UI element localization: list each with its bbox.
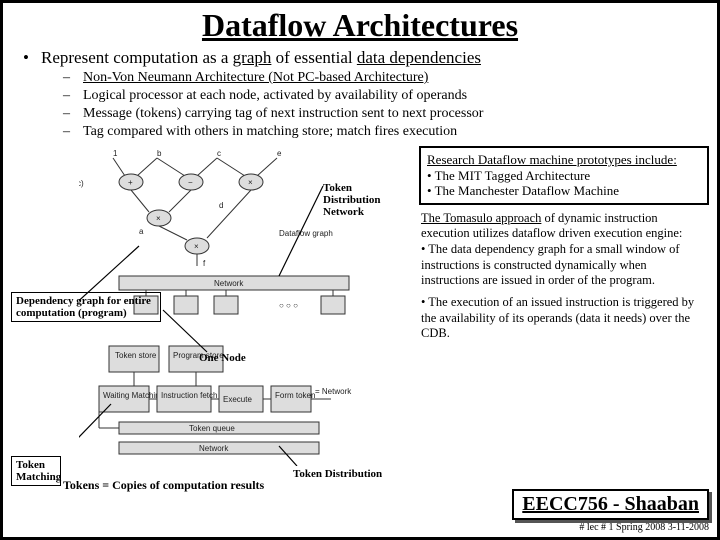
svg-text:a = (b +1) × (b − c): a = (b +1) × (b − c) [79,179,84,188]
svg-text:c: c [217,149,221,158]
svg-text:Token store: Token store [115,351,157,360]
svg-text:Network: Network [214,279,244,288]
course-label: EECC756 - Shaaban [512,489,709,520]
svg-text:+: + [128,178,133,187]
svg-text:−: − [188,178,193,187]
svg-text:a: a [139,227,144,236]
svg-text:e: e [277,149,282,158]
svg-text:○ ○ ○: ○ ○ ○ [279,301,298,310]
footer: EECC756 - Shaaban # lec # 1 Spring 2008 … [512,489,709,533]
svg-text:Token queue: Token queue [189,424,235,433]
svg-text:×: × [156,214,161,223]
callout-token-matching: Token Matching [11,456,61,486]
svg-text:Dataflow graph: Dataflow graph [279,229,333,238]
svg-text:Execute: Execute [223,395,252,404]
tomasulo-text-2: • The execution of an issued instruction… [419,295,709,342]
footer-meta: # lec # 1 Spring 2008 3-11-2008 [512,522,709,533]
callout-dependency-graph: Dependency graph for entire computation … [11,292,161,322]
sub-bullet-2: Logical processor at each node, activate… [83,88,467,104]
research-box: Research Dataflow machine prototypes inc… [419,146,709,205]
svg-text:Form token: Form token [275,391,315,400]
callout-token-dist-network: Token Distribution Network [323,182,393,218]
svg-text:d: d [219,201,223,210]
svg-text:b: b [157,149,162,158]
bullet-dot: • [23,48,33,68]
bullet-area: • Represent computation as a graph of es… [3,44,717,140]
svg-text:Instruction fetch: Instruction fetch [161,391,217,400]
svg-text:×: × [194,242,199,251]
tomasulo-text: The Tomasulo approach of dynamic instruc… [419,211,709,289]
svg-text:= Network: = Network [315,387,352,396]
sub-bullets: –Non-Von Neumann Architecture (Not PC-ba… [23,70,703,140]
callout-token-distribution: Token Distribution [293,468,382,480]
page-title: Dataflow Architectures [3,3,717,44]
content-area: 1 b c e + − × × d a × f a = (b +1) × (b … [3,142,717,494]
svg-text:1: 1 [113,149,118,158]
svg-text:×: × [248,178,253,187]
sub-bullet-1: Non-Von Neumann Architecture (Not PC-bas… [83,70,428,86]
svg-text:f: f [203,259,206,268]
tokens-equation: Tokens = Copies of computation results [63,478,264,493]
svg-text:Network: Network [199,444,229,453]
right-column: Research Dataflow machine prototypes inc… [419,146,709,348]
main-bullet: • Represent computation as a graph of es… [23,48,703,68]
callout-one-node: One Node [199,352,246,364]
sub-bullet-4: Tag compared with others in matching sto… [83,124,457,140]
sub-bullet-3: Message (tokens) carrying tag of next in… [83,106,483,122]
